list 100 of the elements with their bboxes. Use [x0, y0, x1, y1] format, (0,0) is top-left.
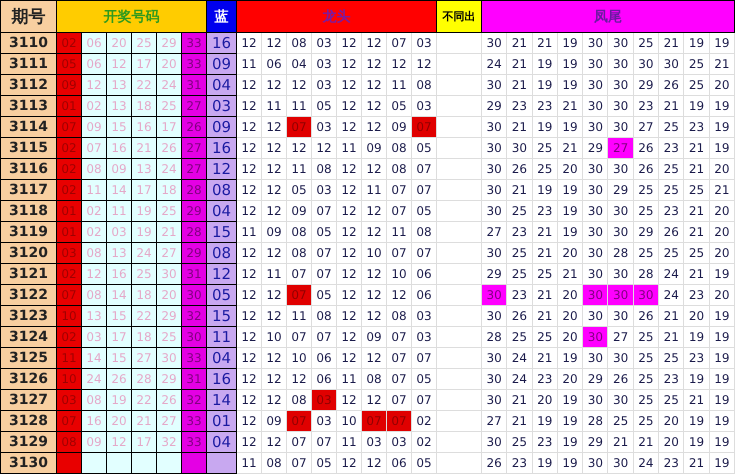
number-cell: 20	[106, 32, 132, 54]
number-cell: 26	[182, 116, 206, 138]
number-cell: 30	[582, 180, 608, 200]
number-cell: 19	[132, 200, 156, 222]
number-cell: 19	[684, 96, 710, 116]
number-cell: 12	[336, 452, 362, 474]
number-cell: 29	[156, 32, 182, 54]
number-cell: 12	[336, 54, 362, 74]
number-cell: 29	[182, 242, 206, 264]
number-cell: 12	[336, 348, 362, 368]
number-cell: 06	[82, 54, 106, 74]
number-cell: 18	[132, 96, 156, 116]
number-cell: 23	[506, 284, 532, 306]
number-cell: 08	[82, 390, 106, 410]
number-cell: 11	[336, 138, 362, 158]
number-cell: 32	[182, 306, 206, 326]
number-cell: 13	[106, 74, 132, 96]
number-cell: 02	[82, 222, 106, 242]
number-cell: 29	[482, 96, 507, 116]
number-cell: 12	[362, 32, 386, 54]
bonus-number-cell: 08	[206, 242, 236, 264]
number-cell: 30	[582, 32, 608, 54]
number-cell: 19	[709, 432, 734, 452]
number-cell: 25	[633, 410, 659, 432]
number-cell: 25	[633, 390, 659, 410]
number-cell: 19	[132, 222, 156, 242]
number-cell: 19	[684, 32, 710, 54]
number-cell: 28	[608, 242, 634, 264]
number-cell: 12	[336, 284, 362, 306]
number-cell: 16	[106, 264, 132, 284]
bonus-number-cell: 04	[206, 200, 236, 222]
number-cell: 23	[506, 222, 532, 242]
number-cell: 30	[582, 390, 608, 410]
number-cell: 30	[482, 200, 507, 222]
number-cell: 16	[132, 116, 156, 138]
number-cell: 21	[684, 200, 710, 222]
number-cell: 11	[362, 180, 386, 200]
number-cell: 30	[182, 284, 206, 306]
number-cell: 08	[386, 138, 412, 158]
number-cell: 21	[506, 410, 532, 432]
number-cell: 23	[532, 96, 558, 116]
number-cell: 12	[262, 368, 286, 390]
number-cell: 07	[386, 410, 412, 432]
number-cell: 19	[557, 410, 583, 432]
number-cell: 11	[262, 96, 286, 116]
number-cell: 19	[709, 326, 734, 348]
number-cell: 07	[286, 326, 312, 348]
number-cell: 07	[386, 368, 412, 390]
number-cell: 20	[557, 368, 583, 390]
column-header: 凤尾	[482, 0, 734, 32]
number-cell: 29	[633, 74, 659, 96]
number-cell: 03	[312, 32, 336, 54]
number-cell: 24	[156, 158, 182, 180]
number-cell: 12	[236, 410, 262, 432]
number-cell: 03	[412, 96, 436, 116]
number-cell: 19	[532, 452, 558, 474]
number-cell: 21	[684, 158, 710, 180]
number-cell: 30	[608, 116, 634, 138]
number-cell: 30	[608, 158, 634, 180]
number-cell: 18	[132, 326, 156, 348]
number-cell: 21	[532, 222, 558, 242]
number-cell: 17	[132, 54, 156, 74]
number-cell: 30	[582, 96, 608, 116]
number-cell: 28	[182, 222, 206, 242]
number-cell: 12	[236, 306, 262, 326]
number-cell: 09	[262, 222, 286, 242]
number-cell: 27	[633, 116, 659, 138]
number-cell: 20	[106, 410, 132, 432]
number-cell: 12	[236, 432, 262, 452]
number-cell: 30	[633, 284, 659, 306]
number-cell: 25	[506, 432, 532, 452]
number-cell: 29	[633, 222, 659, 242]
number-cell: 12	[286, 138, 312, 158]
number-cell: 13	[132, 158, 156, 180]
number-cell: 19	[709, 390, 734, 410]
number-cell: 23	[532, 432, 558, 452]
number-cell: 30	[582, 54, 608, 74]
number-cell: 29	[482, 264, 507, 284]
number-cell: 20	[557, 242, 583, 264]
number-cell: 06	[412, 284, 436, 306]
number-cell: 12	[236, 180, 262, 200]
number-cell: 08	[286, 390, 312, 410]
number-cell: 30	[582, 222, 608, 242]
number-cell: 24	[658, 264, 684, 284]
number-cell: 09	[386, 116, 412, 138]
number-cell: 10	[56, 368, 82, 390]
number-cell: 19	[709, 306, 734, 326]
bonus-number-cell: 09	[206, 54, 236, 74]
period-cell: 3125	[0, 348, 56, 368]
number-cell: 17	[106, 326, 132, 348]
number-cell: 12	[262, 180, 286, 200]
number-cell: 25	[132, 264, 156, 284]
number-cell: 26	[506, 158, 532, 180]
number-cell: 07	[386, 242, 412, 264]
number-cell: 17	[132, 432, 156, 452]
number-cell: 30	[156, 348, 182, 368]
number-cell: 30	[582, 326, 608, 348]
number-cell: 20	[684, 306, 710, 326]
number-cell: 12	[236, 348, 262, 368]
period-cell: 3123	[0, 306, 56, 326]
